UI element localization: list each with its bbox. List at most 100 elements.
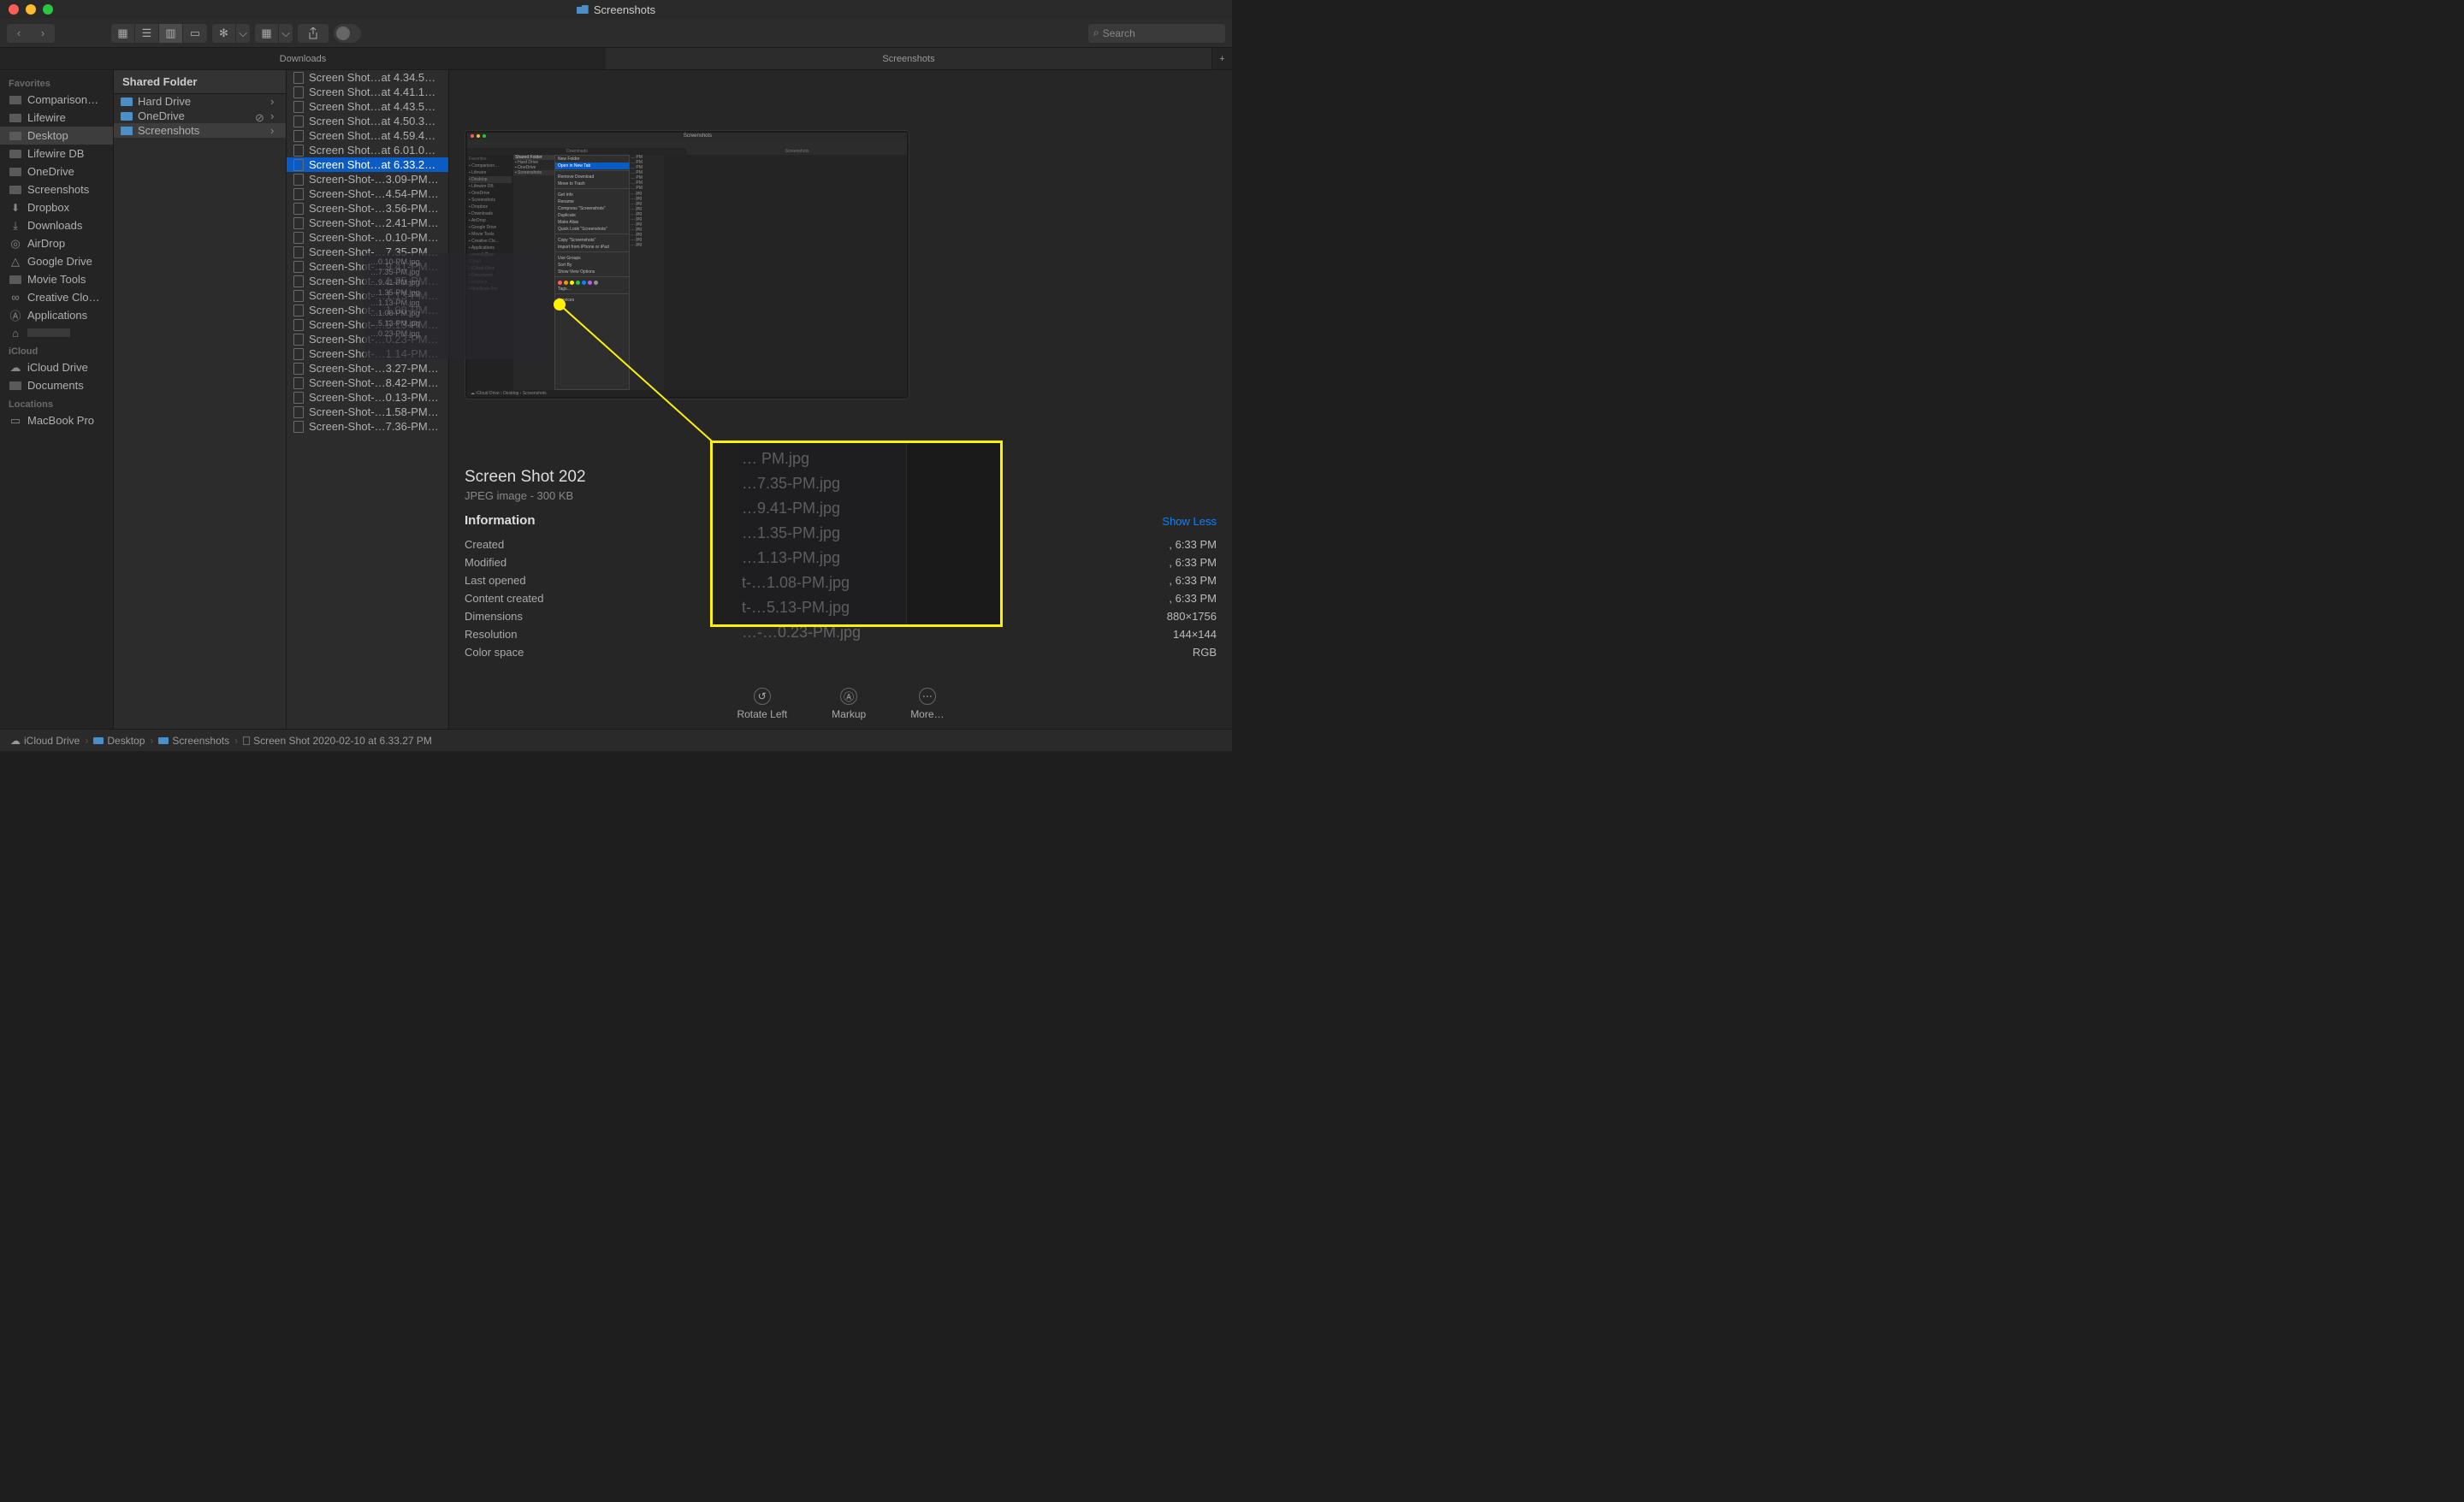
folder-icon — [158, 737, 169, 744]
tags-button[interactable] — [334, 24, 361, 43]
downloads-icon: ⤓ — [9, 220, 22, 232]
sidebar-item-movie-tools[interactable]: Movie Tools — [0, 270, 113, 288]
search-input[interactable]: ⌕ Search — [1088, 24, 1225, 43]
file-icon — [293, 130, 304, 142]
sidebar-item-desktop[interactable]: Desktop — [0, 127, 113, 145]
col1-onedrive[interactable]: OneDrive⊘› — [114, 109, 286, 123]
file-name: Screen-Shot-…3.56-PM.jpg — [309, 202, 441, 215]
more-button[interactable]: ⋯ More… — [910, 688, 944, 720]
action-menu-button[interactable]: ✻ — [212, 24, 236, 43]
sidebar-item-onedrive[interactable]: OneDrive — [0, 163, 113, 180]
file-row[interactable]: Screen Shot…at 6.33.27 PM — [287, 157, 448, 172]
close-window-button[interactable] — [9, 4, 19, 15]
file-name: Screen-Shot-…2.41-PM.jpg — [309, 216, 441, 229]
chevron-right-icon: › — [270, 124, 279, 137]
arrange-button[interactable]: ▦ — [255, 24, 279, 43]
minimize-window-button[interactable] — [26, 4, 36, 15]
file-icon — [293, 232, 304, 244]
sidebar-item-macbook-pro[interactable]: ▭MacBook Pro — [0, 411, 113, 429]
file-row[interactable]: Screen Shot…at 4.50.32 PM — [287, 114, 448, 128]
dropbox-icon — [9, 202, 22, 214]
sidebar-item-home[interactable]: ⌂ — [0, 324, 113, 341]
info-row: Color spaceRGB — [465, 643, 1217, 661]
show-less-button[interactable]: Show Less — [1162, 515, 1217, 528]
file-row[interactable]: Screen-Shot-…2.41-PM.jpg — [287, 216, 448, 230]
sidebar-item-google-drive[interactable]: △Google Drive — [0, 252, 113, 270]
more-icon: ⋯ — [919, 688, 936, 705]
search-icon: ⌕ — [1093, 27, 1099, 39]
path-icloud-drive[interactable]: ☁iCloud Drive — [10, 735, 80, 747]
folder-icon — [121, 112, 133, 121]
path-current-file[interactable]: Screen Shot 2020-02-10 at 6.33.27 PM — [243, 735, 432, 747]
file-icon — [293, 406, 304, 418]
folder-icon — [93, 737, 104, 744]
file-row[interactable]: Screen Shot…at 4.34.54 PM — [287, 70, 448, 85]
new-tab-button[interactable]: + — [1211, 48, 1232, 69]
preview-actions: ↺ Rotate Left Ⓐ Markup ⋯ More… — [449, 688, 1232, 720]
file-row[interactable]: Screen-Shot-…3.27-PM.jpg — [287, 361, 448, 376]
file-row[interactable]: Screen-Shot-…4.54-PM.jpg — [287, 186, 448, 201]
action-menu-dropdown[interactable]: ⌵ — [236, 24, 250, 43]
file-name: Screen-Shot-…8.42-PM.jpg — [309, 376, 441, 389]
file-row[interactable]: Screen-Shot-…3.56-PM.jpg — [287, 201, 448, 216]
sidebar-item-lifewire[interactable]: Lifewire — [0, 109, 113, 127]
markup-button[interactable]: Ⓐ Markup — [832, 688, 866, 720]
rotate-icon: ↺ — [754, 688, 771, 705]
file-icon — [293, 86, 304, 98]
sidebar-item-comparison[interactable]: Comparison… — [0, 91, 113, 109]
search-placeholder: Search — [1103, 27, 1135, 39]
window-title-text: Screenshots — [594, 3, 655, 16]
tab-screenshots[interactable]: Screenshots — [606, 48, 1211, 69]
file-row[interactable]: Screen-Shot-…8.42-PM.jpg — [287, 376, 448, 390]
sidebar-item-screenshots[interactable]: Screenshots — [0, 180, 113, 198]
view-columns-button[interactable]: ▥ — [159, 24, 183, 43]
airdrop-icon: ◎ — [9, 238, 22, 250]
file-row[interactable]: Screen Shot…at 4.41.19 PM — [287, 85, 448, 99]
home-icon: ⌂ — [9, 327, 22, 339]
sidebar-item-downloads[interactable]: ⤓Downloads — [0, 216, 113, 234]
traffic-lights — [0, 4, 53, 15]
forward-button[interactable]: › — [31, 24, 55, 43]
maximize-window-button[interactable] — [43, 4, 53, 15]
path-desktop[interactable]: Desktop — [93, 735, 145, 747]
rotate-left-button[interactable]: ↺ Rotate Left — [737, 688, 787, 720]
creative-cloud-icon: ∞ — [9, 292, 22, 304]
sidebar-item-icloud-drive[interactable]: ☁iCloud Drive — [0, 358, 113, 376]
arrange-dropdown[interactable]: ⌵ — [279, 24, 293, 43]
view-gallery-button[interactable]: ▭ — [183, 24, 207, 43]
col1-hard-drive[interactable]: Hard Drive› — [114, 94, 286, 109]
view-list-button[interactable]: ☰ — [135, 24, 159, 43]
file-row[interactable]: Screen-Shot-…7.36-PM.jpg — [287, 419, 448, 434]
back-button[interactable]: ‹ — [7, 24, 31, 43]
file-row[interactable]: Screen Shot…at 4.43.56 PM — [287, 99, 448, 114]
file-name: Screen Shot…at 4.59.41 PM — [309, 129, 441, 142]
share-button[interactable] — [298, 24, 329, 43]
file-row[interactable]: Screen-Shot-…0.13-PM.jpg — [287, 390, 448, 405]
file-row[interactable]: Screen-Shot-…0.10-PM.jpg — [287, 230, 448, 245]
col1-screenshots[interactable]: Screenshots› — [114, 123, 286, 138]
file-row[interactable]: Screen Shot…at 6.01.08 PM — [287, 143, 448, 157]
sidebar-item-airdrop[interactable]: ◎AirDrop — [0, 234, 113, 252]
sidebar-item-lifewire-db[interactable]: Lifewire DB — [0, 145, 113, 163]
info-value: 880×1756 — [1167, 610, 1217, 623]
info-value: , 6:33 PM — [1169, 574, 1217, 587]
folder-icon — [121, 98, 133, 106]
file-row[interactable]: Screen-Shot-…3.09-PM.jpg — [287, 172, 448, 186]
main-area: Favorites Comparison… Lifewire Desktop L… — [0, 70, 1232, 729]
path-screenshots[interactable]: Screenshots — [158, 735, 229, 747]
file-row[interactable]: Screen Shot…at 4.59.41 PM — [287, 128, 448, 143]
tab-downloads[interactable]: Downloads — [0, 48, 606, 69]
sidebar: Favorites Comparison… Lifewire Desktop L… — [0, 70, 114, 729]
sidebar-item-dropbox[interactable]: Dropbox — [0, 198, 113, 216]
info-label: Color space — [465, 646, 524, 659]
sync-disabled-icon: ⊘ — [255, 111, 265, 121]
info-value: 144×144 — [1173, 628, 1217, 641]
sidebar-item-creative-cloud[interactable]: ∞Creative Clo… — [0, 288, 113, 306]
file-row[interactable]: Screen-Shot-…1.58-PM.jpg — [287, 405, 448, 419]
file-icon — [293, 261, 304, 273]
sidebar-item-applications[interactable]: ⒶApplications — [0, 306, 113, 324]
view-icons-button[interactable]: ▦ — [111, 24, 135, 43]
sidebar-item-documents[interactable]: Documents — [0, 376, 113, 394]
file-icon — [293, 305, 304, 316]
icloud-icon: ☁ — [10, 735, 21, 747]
